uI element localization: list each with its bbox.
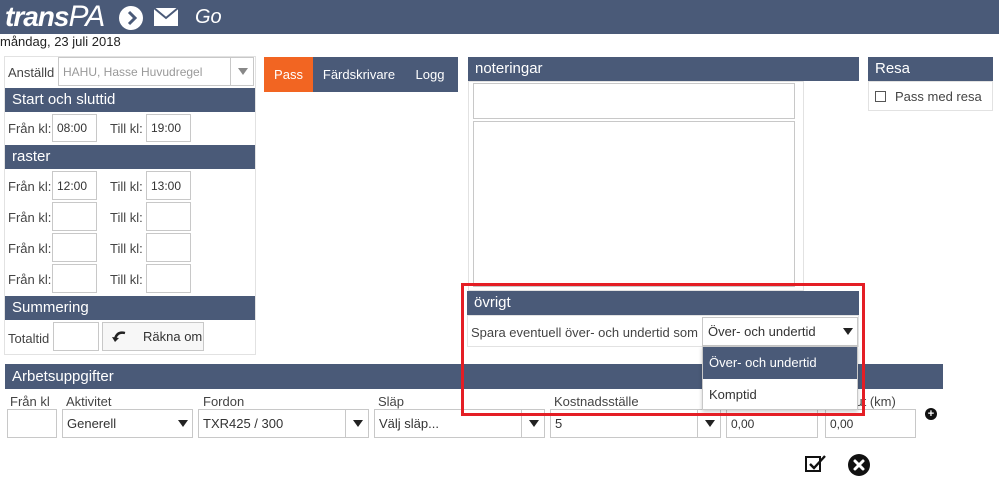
undo-arrow-icon <box>112 330 126 342</box>
notes-textarea[interactable] <box>473 121 795 287</box>
notes-title-input[interactable] <box>473 83 795 119</box>
break-to-input[interactable] <box>146 202 191 231</box>
shift-from-input[interactable]: 08:00 <box>52 114 97 142</box>
chevron-down-icon[interactable] <box>345 409 369 438</box>
arrow-right-circle-icon[interactable] <box>119 6 143 30</box>
employee-value: HAHU, Hasse Huvudregel <box>63 64 203 79</box>
break-from-label: Från kl: <box>8 179 52 194</box>
vehicle-value: TXR425 / 300 <box>203 416 284 431</box>
recalc-button[interactable]: Räkna om <box>102 322 204 351</box>
break-to-input[interactable] <box>146 233 191 262</box>
break-to-label: Till kl: <box>110 179 143 194</box>
close-circle-icon[interactable] <box>848 454 870 476</box>
current-date: måndag, 23 juli 2018 <box>0 34 121 49</box>
trip-checkbox[interactable] <box>875 91 886 102</box>
col-vehicle: Fordon <box>203 394 245 409</box>
notes-header: noteringar <box>468 57 859 81</box>
highlight-frame <box>461 283 865 416</box>
break-to-label: Till kl: <box>110 272 143 287</box>
employee-label: Anställd <box>8 65 55 80</box>
break-to-label: Till kl: <box>110 210 143 225</box>
chevron-down-icon[interactable] <box>173 409 193 438</box>
tab-bar: Pass Färdskrivare Logg <box>264 57 458 92</box>
break-to-input[interactable] <box>146 264 191 293</box>
mail-icon[interactable] <box>153 7 179 27</box>
app-logo[interactable]: transPA <box>5 0 105 33</box>
break-to-input[interactable]: 13:00 <box>146 171 191 200</box>
shift-to-input[interactable]: 19:00 <box>146 114 191 142</box>
total-input[interactable] <box>53 322 99 351</box>
break-from-label: Från kl: <box>8 241 52 256</box>
trip-checkbox-label: Pass med resa <box>895 89 982 104</box>
recalc-label: Räkna om <box>143 329 203 344</box>
tab-fardskrivare[interactable]: Färdskrivare <box>319 57 399 92</box>
save-check-icon[interactable] <box>805 455 827 473</box>
tab-pass[interactable]: Pass <box>264 57 313 92</box>
logo-text: trans <box>5 1 69 32</box>
task-from-input[interactable] <box>7 409 57 438</box>
cost-center-value: 5 <box>555 416 563 431</box>
break-from-input[interactable] <box>52 202 97 231</box>
break-from-input[interactable] <box>52 233 97 262</box>
break-from-label: Från kl: <box>8 210 52 225</box>
col-from: Från kl <box>10 394 50 409</box>
chevron-down-icon[interactable] <box>230 57 254 86</box>
total-label: Totaltid <box>8 331 50 346</box>
go-link[interactable]: Go <box>195 6 222 29</box>
break-to-label: Till kl: <box>110 241 143 256</box>
add-row-icon[interactable]: + <box>925 408 937 420</box>
activity-value: Generell <box>67 416 117 431</box>
shift-to-label: Till kl: <box>110 121 143 136</box>
col-activity: Aktivitet <box>66 394 112 409</box>
tab-logg[interactable]: Logg <box>406 57 454 92</box>
trip-header: Resa <box>868 57 993 81</box>
employee-select[interactable]: HAHU, Hasse Huvudregel <box>58 57 254 86</box>
shift-header: Start och sluttid <box>5 88 255 112</box>
vehicle-select[interactable]: TXR425 / 300 <box>198 409 369 438</box>
summary-header: Summering <box>5 296 255 320</box>
trailer-value: Välj släp... <box>379 416 439 431</box>
break-from-input[interactable]: 12:00 <box>52 171 97 200</box>
col-trailer: Släp <box>378 394 405 409</box>
breaks-header: raster <box>5 145 255 169</box>
top-bar: transPA Go <box>0 0 999 34</box>
logo-suffix: PA <box>68 0 105 33</box>
break-from-input[interactable] <box>52 264 97 293</box>
shift-from-label: Från kl: <box>8 121 52 136</box>
break-from-label: Från kl: <box>8 272 52 287</box>
